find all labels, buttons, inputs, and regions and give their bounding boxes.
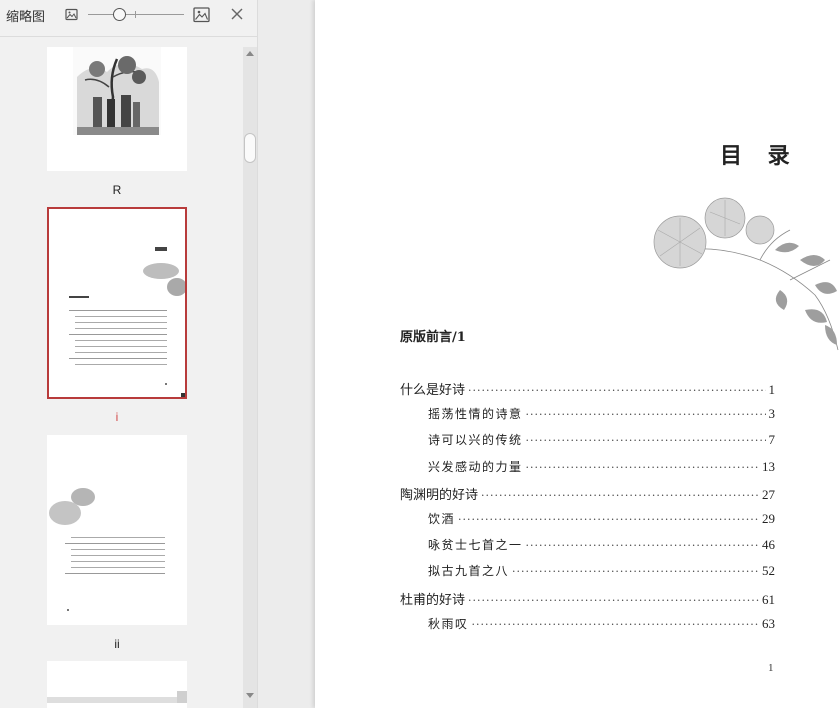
toc-entry-page: 3 [768, 406, 776, 422]
toc-entry-page: 63 [762, 615, 775, 631]
toc-entry[interactable]: 摇荡性情的诗意 3 [428, 405, 775, 422]
thumbnail-toc-preview [69, 247, 187, 397]
toc-dot-leader [481, 489, 759, 502]
toc-entry-title: 兴发感动的力量 [428, 459, 523, 474]
toc-dot-leader [468, 594, 759, 607]
toc-entry[interactable]: 诗可以兴的传统 7 [428, 431, 775, 448]
thumbnail-scrollbar[interactable] [243, 47, 257, 708]
toc-entry-title: 诗可以兴的传统 [428, 433, 523, 448]
toc-entry[interactable]: 兴发感动的力量 13 [428, 458, 775, 475]
thumbnail-page-ii[interactable] [47, 435, 187, 625]
thumbnail-page-i[interactable] [47, 207, 187, 399]
thumbnail-toc-preview [49, 488, 165, 611]
toc-entry-title: 杜甫的好诗 [400, 592, 466, 608]
toc-entry[interactable]: 咏贫士七首之一 46 [428, 536, 775, 553]
toc-entry[interactable]: 饮酒 29 [428, 510, 775, 527]
toc-entry-page: 1 [768, 382, 776, 397]
scroll-up-arrow-icon[interactable] [246, 51, 254, 56]
toc-dot-leader [526, 434, 766, 447]
toc-dot-leader [472, 618, 759, 631]
toc-dot-leader [526, 461, 759, 474]
toc-dot-leader [512, 565, 759, 578]
toc-entry[interactable]: 秋雨叹 63 [428, 615, 775, 632]
toc-entry-page: 61 [762, 591, 775, 607]
zoom-in-image-icon[interactable] [192, 5, 212, 25]
toc-dot-leader [458, 513, 759, 526]
thumbnail-preview [47, 691, 187, 703]
toc-entry-page: 13 [762, 458, 775, 474]
thumbnail-toolbar: 缩略图 [0, 0, 258, 32]
scrollbar-thumb[interactable] [244, 133, 256, 163]
toc-entry-page: 27 [762, 486, 775, 502]
toc-entry[interactable]: 什么是好诗 1 [400, 379, 775, 398]
slider-center-mark [135, 11, 136, 18]
close-icon[interactable] [228, 5, 246, 23]
toc-entry-title: 摇荡性情的诗意 [428, 407, 523, 422]
page-number: 1 [768, 662, 774, 674]
toc-entry-title: 饮酒 [428, 512, 456, 526]
toc-entry-title: 陶渊明的好诗 [400, 487, 479, 503]
toc-entry-title: 秋雨叹 [428, 616, 469, 631]
page-title: 目 录 [720, 143, 799, 169]
toc-entry-title: 拟古九首之八 [428, 564, 510, 579]
toc-entry[interactable]: 拟古九首之八 52 [428, 562, 775, 579]
chrysanthemum-illustration [653, 197, 839, 351]
zoom-out-image-icon[interactable] [63, 6, 81, 24]
scroll-down-arrow-icon[interactable] [246, 693, 254, 698]
slider-track [88, 14, 184, 15]
toc-entry-page: 7 [768, 432, 776, 448]
panel-title: 缩略图 [6, 10, 46, 25]
toc-dot-leader [526, 539, 759, 552]
toc-entry-page: 52 [762, 563, 775, 579]
toc-entry-title: 什么是好诗 [400, 383, 466, 398]
thumbnail-list: R i ii [0, 37, 243, 708]
toc-dot-leader [468, 384, 765, 397]
thumbnail-page-r[interactable] [47, 47, 187, 171]
document-page: 目 录 原版前言/1 什么是好诗 1 摇荡性情的诗意 3 诗可以兴的传统 7 兴发感动的力量… [315, 0, 840, 708]
thumbnail-page-next[interactable] [47, 661, 187, 708]
zoom-slider[interactable] [88, 8, 184, 22]
toc-entry-page: 46 [762, 537, 775, 553]
toc-entry-page: 29 [762, 511, 775, 526]
toc-preface: 原版前言/1 [400, 330, 466, 345]
toc-entry-title: 咏贫士七首之一 [428, 538, 523, 553]
slider-handle[interactable] [113, 8, 127, 21]
thumbnail-label: ii [114, 637, 120, 651]
toc-dot-leader [526, 408, 766, 421]
thumbnail-label: R [112, 183, 122, 197]
toc-entry[interactable]: 陶渊明的好诗 27 [400, 484, 775, 503]
toc-entry[interactable]: 杜甫的好诗 61 [400, 589, 775, 608]
thumbnail-illustration [73, 47, 161, 135]
thumbnail-panel: 缩略图 R i ii [0, 0, 258, 708]
thumbnail-label-selected: i [115, 410, 119, 424]
